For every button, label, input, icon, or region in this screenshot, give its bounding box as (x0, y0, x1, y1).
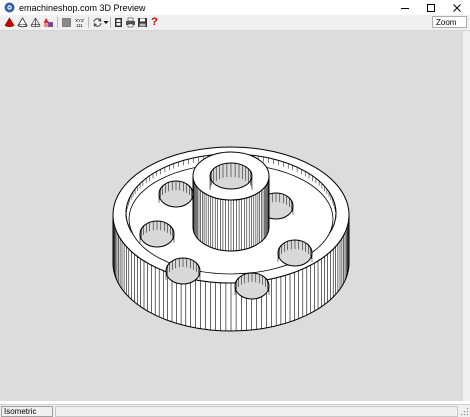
3d-viewport[interactable] (0, 31, 462, 401)
resize-grip-icon[interactable] (460, 407, 469, 416)
film-icon (115, 18, 122, 27)
toolbar-separator (88, 17, 89, 28)
maximize-icon (427, 3, 435, 12)
status-pane-empty (55, 405, 458, 417)
dropdown-arrow-icon (103, 21, 108, 24)
status-bar: Isometric (0, 404, 470, 417)
maximize-button[interactable] (418, 0, 444, 15)
minimize-button[interactable] (392, 0, 418, 15)
solid-color-button[interactable] (60, 16, 73, 29)
wireframe-view-button[interactable] (29, 16, 42, 29)
coordinates-button[interactable]: XYZ 111 (73, 16, 86, 29)
question-mark-icon: ? (151, 16, 158, 28)
view-mode-status: Isometric (1, 405, 53, 417)
rotate-dropdown[interactable] (102, 16, 109, 29)
floppy-icon (138, 18, 147, 27)
app-icon (3, 2, 15, 14)
multicolor-view-button[interactable] (42, 16, 55, 29)
zoom-dropdown[interactable]: Zoom (432, 16, 467, 28)
close-button[interactable] (444, 0, 470, 15)
title-bar: emachineshop.com 3D Preview (0, 0, 470, 15)
shaded-view-button[interactable] (16, 16, 29, 29)
printer-icon (126, 17, 135, 28)
toolbar: XYZ 111 ? Zoom (0, 15, 470, 31)
red-cone-icon (4, 17, 15, 28)
window-title: emachineshop.com 3D Preview (19, 2, 146, 13)
toolbar-separator (57, 17, 58, 28)
help-button[interactable]: ? (148, 16, 161, 29)
colored-shapes-icon (43, 18, 53, 28)
minimize-icon (401, 7, 409, 9)
gear-model (112, 146, 350, 332)
wire-cone-icon (30, 17, 41, 28)
toolbar-separator (110, 17, 111, 28)
svg-text:111: 111 (76, 23, 83, 28)
solid-view-button[interactable] (3, 16, 16, 29)
zoom-dropdown-value: Zoom (436, 17, 457, 27)
close-icon (453, 3, 461, 12)
gray-square-icon (62, 18, 71, 27)
outline-cone-icon (17, 17, 28, 28)
vertical-scrollbar[interactable] (462, 31, 470, 401)
xyz-icon: XYZ 111 (75, 18, 84, 28)
